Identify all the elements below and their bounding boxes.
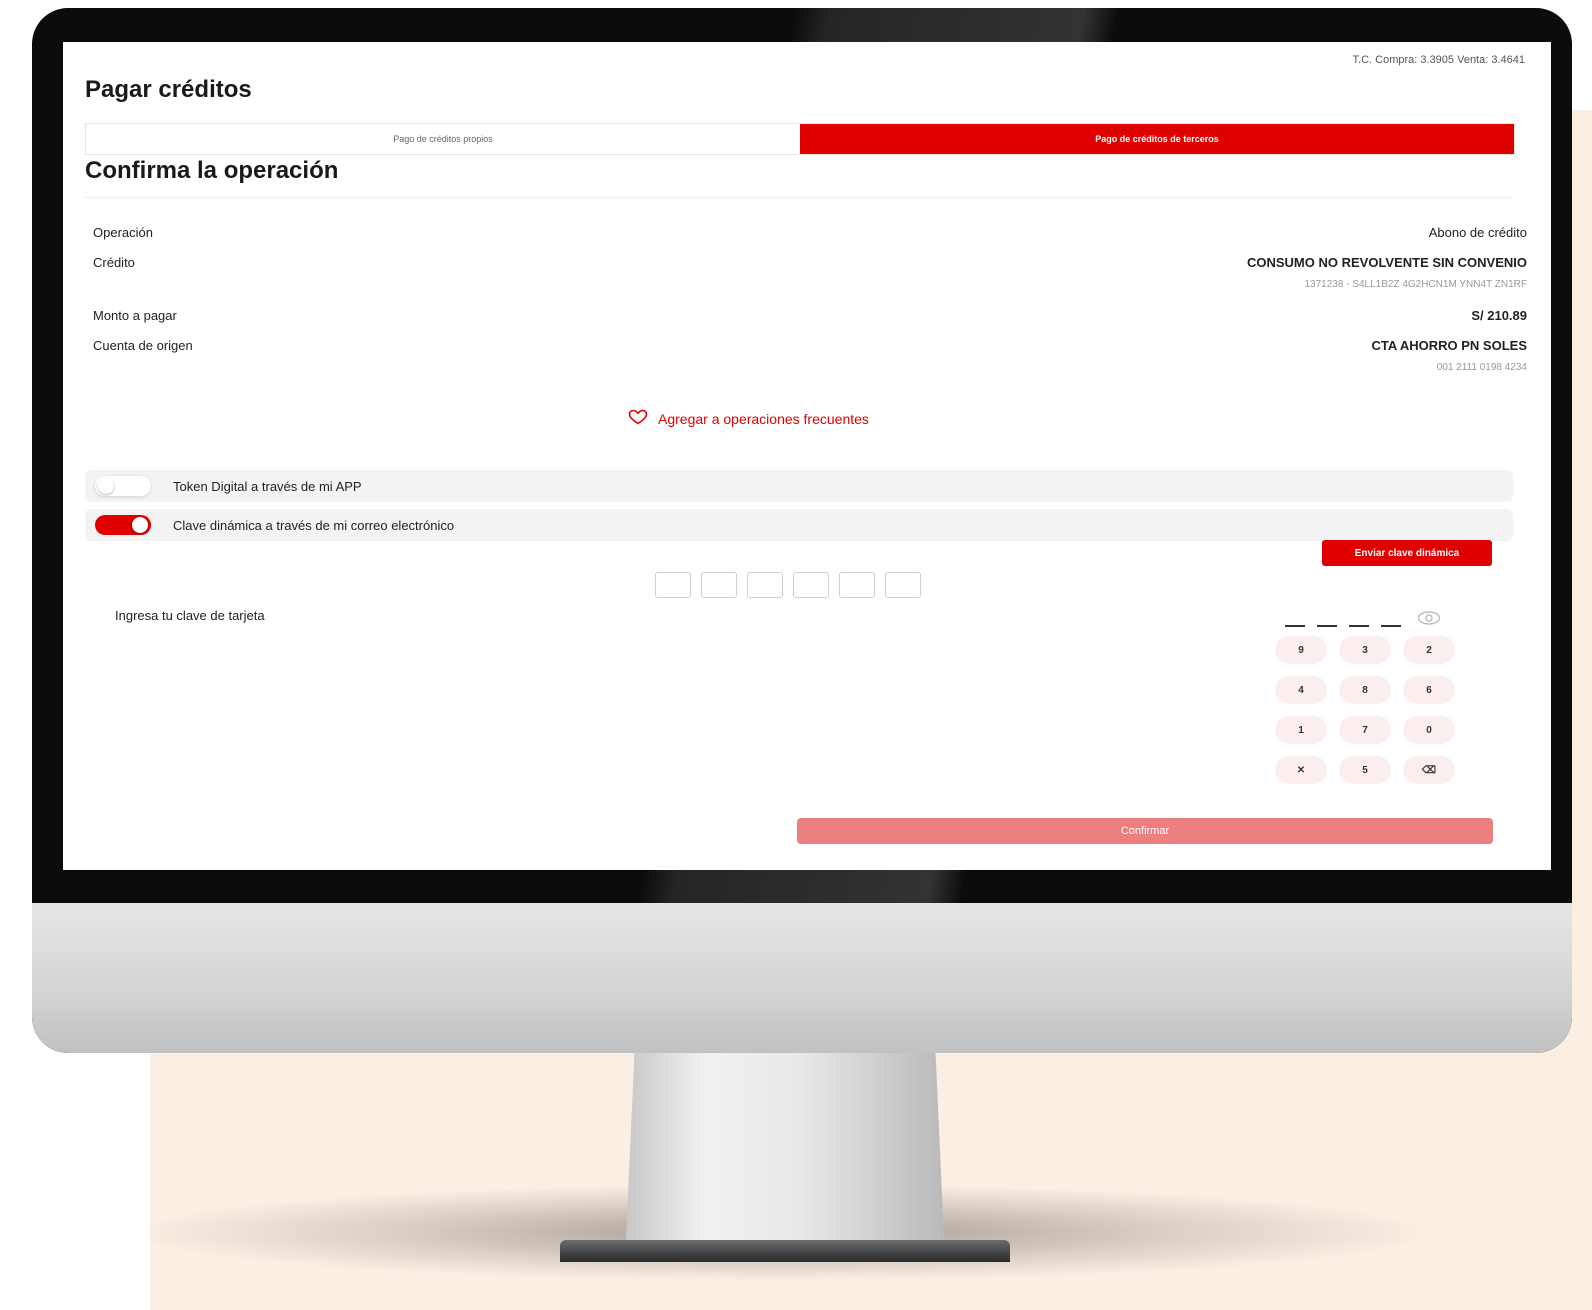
keypad-key[interactable]: 8 bbox=[1339, 676, 1391, 704]
backspace-key[interactable]: ⌫ bbox=[1403, 756, 1455, 784]
section-title: Confirma la operación bbox=[85, 157, 339, 184]
clear-key[interactable]: ✕ bbox=[1275, 756, 1327, 784]
otp-digit-box[interactable] bbox=[747, 572, 783, 598]
email-key-label: Clave dinámica a través de mi correo ele… bbox=[173, 517, 455, 533]
source-account-value: CTA AHORRO PN SOLES bbox=[1371, 338, 1527, 353]
keypad-key[interactable]: 7 bbox=[1339, 716, 1391, 744]
card-pin-label: Ingresa tu clave de tarjeta bbox=[115, 608, 265, 623]
tab-third-party-credits[interactable]: Pago de créditos de terceros bbox=[800, 124, 1514, 154]
tab-own-credits[interactable]: Pago de créditos propios bbox=[86, 124, 800, 154]
keypad-key[interactable]: 6 bbox=[1403, 676, 1455, 704]
operation-label: Operación bbox=[93, 225, 153, 240]
keypad-key[interactable]: 4 bbox=[1275, 676, 1327, 704]
otp-digit-box[interactable] bbox=[655, 572, 691, 598]
monitor-stand bbox=[625, 1050, 945, 1260]
operation-value: Abono de crédito bbox=[1428, 225, 1527, 240]
amount-value: S/ 210.89 bbox=[1471, 308, 1527, 323]
pin-slot bbox=[1285, 624, 1305, 627]
confirm-button[interactable]: Confirmar bbox=[797, 818, 1493, 844]
otp-digit-box[interactable] bbox=[885, 572, 921, 598]
otp-digit-box[interactable] bbox=[793, 572, 829, 598]
eye-icon[interactable] bbox=[1417, 610, 1441, 631]
toggle-knob bbox=[98, 478, 114, 494]
otp-digit-box[interactable] bbox=[701, 572, 737, 598]
amount-label: Monto a pagar bbox=[93, 308, 177, 323]
keypad-key[interactable]: 0 bbox=[1403, 716, 1455, 744]
send-dynamic-key-button[interactable]: Enviar clave dinámica bbox=[1322, 540, 1492, 566]
keypad-key[interactable]: 9 bbox=[1275, 636, 1327, 664]
heart-icon bbox=[628, 409, 648, 428]
monitor-chin bbox=[32, 903, 1572, 1053]
token-app-option: Token Digital a través de mi APP bbox=[85, 470, 1513, 502]
pin-slot bbox=[1349, 624, 1369, 627]
pin-keypad: 9 3 2 4 8 6 1 7 0 ✕ 5 ⌫ bbox=[1275, 636, 1455, 784]
add-favorite-label: Agregar a operaciones frecuentes bbox=[658, 410, 869, 427]
keypad-key[interactable]: 2 bbox=[1403, 636, 1455, 664]
credit-value: CONSUMO NO REVOLVENTE SIN CONVENIO bbox=[1246, 255, 1527, 270]
keypad-key[interactable]: 3 bbox=[1339, 636, 1391, 664]
token-app-toggle[interactable] bbox=[95, 476, 151, 496]
divider bbox=[85, 197, 1513, 198]
page-title: Pagar créditos bbox=[85, 76, 252, 103]
otp-digit-box[interactable] bbox=[839, 572, 875, 598]
screen: T.C. Compra: 3.3905 Venta: 3.4641 Pagar … bbox=[63, 42, 1551, 870]
keypad-key[interactable]: 1 bbox=[1275, 716, 1327, 744]
token-app-label: Token Digital a través de mi APP bbox=[173, 478, 362, 494]
dynamic-key-input bbox=[655, 572, 921, 598]
monitor: T.C. Compra: 3.3905 Venta: 3.4641 Pagar … bbox=[32, 8, 1572, 1053]
monitor-stand-base bbox=[560, 1240, 1010, 1262]
pin-display bbox=[1285, 610, 1441, 631]
source-account-number: 001 2111 0198 4234 bbox=[1436, 362, 1527, 373]
add-favorite-link[interactable]: Agregar a operaciones frecuentes bbox=[628, 409, 869, 428]
email-key-toggle[interactable] bbox=[95, 515, 151, 535]
tab-bar: Pago de créditos propios Pago de crédito… bbox=[85, 123, 1515, 155]
credit-number: 1371238 - S4LL1B2Z 4G2HCN1M YNN4T ZN1RF bbox=[1304, 279, 1527, 290]
source-account-label: Cuenta de origen bbox=[93, 338, 193, 353]
credit-label: Crédito bbox=[93, 255, 135, 270]
email-key-option: Clave dinámica a través de mi correo ele… bbox=[85, 509, 1513, 541]
pin-slot bbox=[1381, 624, 1401, 627]
exchange-rate: T.C. Compra: 3.3905 Venta: 3.4641 bbox=[1352, 54, 1525, 66]
pin-slot bbox=[1317, 624, 1337, 627]
toggle-knob bbox=[132, 517, 148, 533]
keypad-key[interactable]: 5 bbox=[1339, 756, 1391, 784]
